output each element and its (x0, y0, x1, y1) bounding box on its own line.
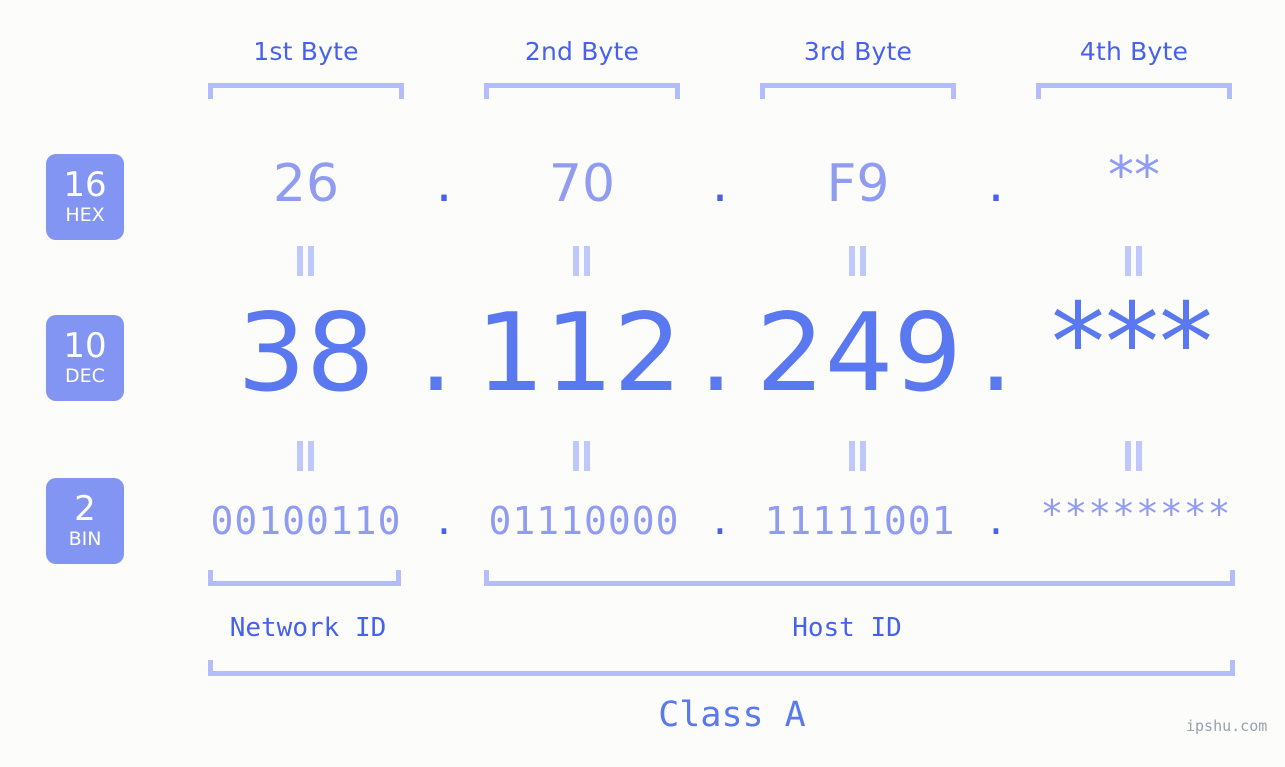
network-id-bracket (208, 570, 401, 586)
byte-header-3: 3rd Byte (803, 37, 913, 66)
ip-byte-breakdown-diagram: 1st Byte 2nd Byte 3rd Byte 4th Byte 16 H… (0, 0, 1285, 767)
hex-byte-2: 70 (548, 154, 616, 214)
base-badge-bin-name: BIN (68, 528, 102, 550)
equals-mark-dec-bin-2 (571, 441, 593, 471)
hex-byte-3: F9 (826, 154, 890, 214)
dec-byte-2: 112 (476, 291, 683, 416)
bin-separator-1: . (432, 499, 456, 543)
byte-header-2: 2nd Byte (524, 37, 640, 66)
byte-header-4: 4th Byte (1079, 37, 1189, 66)
equals-mark-hex-dec-3 (847, 246, 869, 276)
watermark: ipshu.com (1186, 717, 1268, 735)
hex-separator-2: . (711, 154, 729, 214)
byte-bracket-3 (760, 83, 956, 99)
base-badge-bin: 2 BIN (46, 478, 124, 564)
equals-mark-dec-bin-3 (847, 441, 869, 471)
hex-separator-1: . (435, 154, 453, 214)
base-badge-hex-name: HEX (65, 204, 105, 226)
dec-separator-3: . (978, 291, 1014, 416)
base-badge-hex: 16 HEX (46, 154, 124, 240)
bin-byte-1: 00100110 (210, 499, 402, 543)
bin-byte-3: 11111001 (764, 499, 956, 543)
byte-bracket-1 (208, 83, 404, 99)
equals-mark-dec-bin-1 (295, 441, 317, 471)
dec-separator-2: . (698, 291, 734, 416)
equals-mark-dec-bin-4 (1123, 441, 1145, 471)
hex-byte-1: 26 (272, 154, 340, 214)
dec-byte-3: 249 (756, 291, 963, 416)
bin-separator-3: . (984, 499, 1008, 543)
bin-separator-2: . (708, 499, 732, 543)
network-id-label: Network ID (229, 613, 387, 643)
dec-separator-1: . (418, 291, 454, 416)
class-bracket (208, 660, 1235, 676)
byte-bracket-2 (484, 83, 680, 99)
base-badge-hex-number: 16 (63, 165, 107, 205)
class-label: Class A (658, 695, 806, 735)
base-badge-dec: 10 DEC (46, 315, 124, 401)
host-id-bracket (484, 570, 1235, 586)
byte-bracket-4 (1036, 83, 1232, 99)
byte-header-1: 1st Byte (253, 37, 359, 66)
base-badge-bin-number: 2 (74, 489, 96, 529)
dec-byte-1: 38 (237, 291, 375, 416)
hex-byte-4: ** (1108, 146, 1160, 206)
equals-mark-hex-dec-4 (1123, 246, 1145, 276)
host-id-label: Host ID (792, 613, 902, 643)
equals-mark-hex-dec-1 (295, 246, 317, 276)
bin-byte-4: ******** (1040, 492, 1232, 536)
equals-mark-hex-dec-2 (571, 246, 593, 276)
dec-byte-4: *** (1051, 281, 1213, 406)
hex-separator-3: . (987, 154, 1005, 214)
bin-byte-2: 01110000 (488, 499, 680, 543)
base-badge-dec-name: DEC (65, 365, 105, 387)
base-badge-dec-number: 10 (63, 326, 107, 366)
